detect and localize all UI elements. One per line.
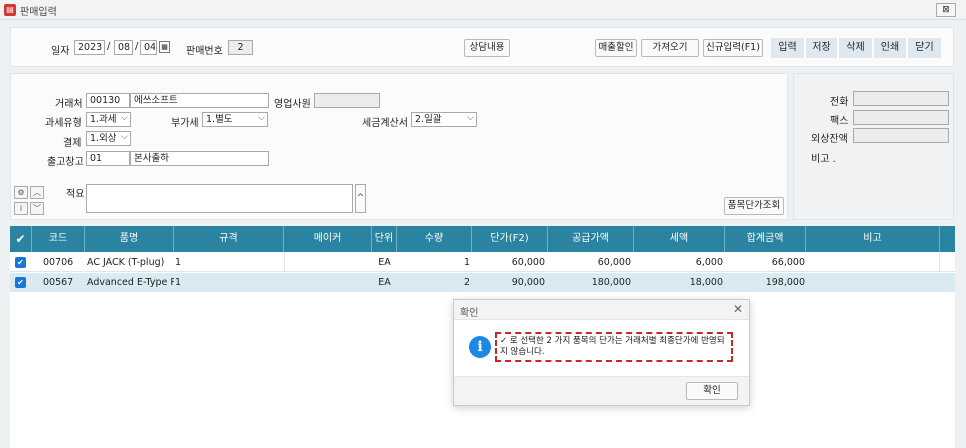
client-name-field[interactable]: 에쓰소프트	[130, 93, 269, 108]
cell-unit: EA	[378, 277, 391, 288]
row-checkbox[interactable]: ✔	[15, 257, 26, 268]
col-total[interactable]: 합계금액	[725, 226, 806, 252]
col-spec[interactable]: 규격	[174, 226, 284, 252]
col-note[interactable]: 비고	[806, 226, 940, 252]
cell-code: 00706	[43, 257, 74, 268]
payment-label: 결제	[63, 138, 82, 149]
row-checkbox[interactable]: ✔	[15, 277, 26, 288]
tax-type-label: 과세유형	[45, 118, 82, 129]
date-separator: /	[107, 41, 111, 52]
title-bar: ▤ 판매입력 ⊠	[0, 0, 966, 20]
fax-field	[853, 110, 949, 125]
year-field[interactable]: 2023	[74, 40, 105, 55]
calendar-icon[interactable]: ▦	[159, 41, 170, 53]
warehouse-name-field[interactable]: 본사출하	[130, 151, 269, 166]
cell-spec: 1	[175, 257, 182, 268]
col-maker[interactable]: 메이커	[284, 226, 372, 252]
cell-code: 00567	[43, 277, 74, 288]
dialog-message: ✓ 로 선택한 2 가지 품목의 단가는 거래처별 최종단가에 반영되지 않습니…	[495, 332, 733, 362]
fax-label: 팩스	[830, 116, 849, 127]
dialog-footer: 확인	[454, 376, 749, 405]
invoice-label: 세금계산서	[362, 118, 408, 129]
vat-label: 부가세	[171, 118, 199, 129]
cell-price: 60,000	[511, 257, 545, 268]
select-all-checkbox[interactable]: ✔	[10, 226, 32, 252]
col-code[interactable]: 코드	[32, 226, 85, 252]
col-name[interactable]: 품명	[85, 226, 174, 252]
note-label: 비고 .	[811, 154, 836, 165]
dialog-title: 확인	[460, 308, 479, 319]
delete-button[interactable]: 삭제	[839, 38, 872, 58]
close-button[interactable]: 닫기	[908, 38, 941, 58]
cell-unit: EA	[378, 257, 391, 268]
col-supply[interactable]: 공급가액	[548, 226, 634, 252]
sales-rep-field	[314, 93, 380, 108]
sales-rep-label: 영업사원	[274, 99, 311, 110]
window-title: 판매입력	[20, 7, 57, 18]
info-icon: i	[469, 336, 491, 358]
cell-tax: 6,000	[695, 257, 723, 268]
cell-supply: 60,000	[597, 257, 631, 268]
dialog-ok-button[interactable]: 확인	[686, 382, 738, 400]
date-separator: /	[135, 41, 139, 52]
confirm-dialog: 확인 ✕ i ✓ 로 선택한 2 가지 품목의 단가는 거래처별 최종단가에 반…	[453, 299, 750, 406]
new-entry-button[interactable]: 신규입력(F1)	[703, 39, 763, 57]
cell-tax: 18,000	[689, 277, 723, 288]
client-label: 거래처	[55, 99, 83, 110]
consult-button[interactable]: 상담내용	[464, 39, 510, 57]
table-row[interactable]: ✔ 00706 AC JACK (T-plug) 1 EA 1 60,000 6…	[10, 253, 955, 272]
sale-no-label: 판매번호	[186, 46, 223, 57]
balance-label: 외상잔액	[811, 134, 848, 145]
window-close-button[interactable]: ⊠	[936, 3, 956, 17]
cell-total: 198,000	[765, 277, 805, 288]
invoice-select[interactable]: 2.일괄	[411, 112, 477, 127]
memo-textarea[interactable]	[86, 184, 353, 213]
info-small-icon[interactable]: i	[14, 202, 28, 215]
date-label: 일자	[51, 46, 70, 57]
phone-label: 전화	[830, 97, 849, 108]
sale-no-field: 2	[228, 40, 253, 55]
dialog-close-icon[interactable]: ✕	[733, 302, 743, 316]
cell-supply: 180,000	[591, 277, 631, 288]
cell-name: AC JACK (T-plug)	[87, 257, 165, 268]
dialog-title-bar: 확인 ✕	[454, 300, 749, 320]
grid-header: ✔ 코드 품명 규격 메이커 단위 수량 단가(F2) 공급가액 세액 합계금액…	[10, 226, 955, 252]
vat-select[interactable]: 1.별도	[202, 112, 268, 127]
day-field[interactable]: 04	[140, 40, 157, 55]
cell-total: 66,000	[771, 257, 805, 268]
chevron-down-icon[interactable]: ﹀	[30, 202, 44, 215]
memo-expand-button[interactable]: ^	[355, 184, 366, 213]
input-button[interactable]: 입력	[771, 38, 804, 58]
warehouse-code-field[interactable]: 01	[86, 151, 130, 166]
memo-label: 적요	[66, 189, 85, 200]
payment-select[interactable]: 1.외상	[86, 131, 131, 146]
cell-qty: 2	[463, 277, 470, 288]
client-code-field[interactable]: 00130	[86, 93, 130, 108]
print-button[interactable]: 인쇄	[874, 38, 906, 58]
warehouse-label: 출고창고	[47, 157, 84, 168]
balance-field	[853, 128, 949, 143]
settings-icon[interactable]: ⚙	[14, 186, 28, 199]
app-icon: ▤	[4, 4, 16, 16]
save-button[interactable]: 저장	[806, 38, 837, 58]
month-field[interactable]: 08	[114, 40, 133, 55]
cell-qty: 1	[463, 257, 470, 268]
col-unit[interactable]: 단위	[372, 226, 397, 252]
cell-price: 90,000	[511, 277, 545, 288]
chevron-up-icon[interactable]: ︿	[30, 186, 44, 199]
table-row[interactable]: ✔ 00567 Advanced E-Type PC 1 EA 2 90,000…	[10, 273, 955, 292]
cell-name: Advanced E-Type PC	[87, 277, 174, 288]
cell-spec: 1	[175, 277, 182, 288]
price-lookup-button[interactable]: 품목단가조회	[724, 197, 784, 215]
col-qty[interactable]: 수량	[397, 226, 472, 252]
col-tax[interactable]: 세액	[634, 226, 725, 252]
import-button[interactable]: 가져오기	[641, 39, 699, 57]
sales-discount-button[interactable]: 매출할인	[595, 39, 637, 57]
col-price[interactable]: 단가(F2)	[472, 226, 548, 252]
phone-field	[853, 91, 949, 106]
tax-type-select[interactable]: 1.과세	[86, 112, 131, 127]
